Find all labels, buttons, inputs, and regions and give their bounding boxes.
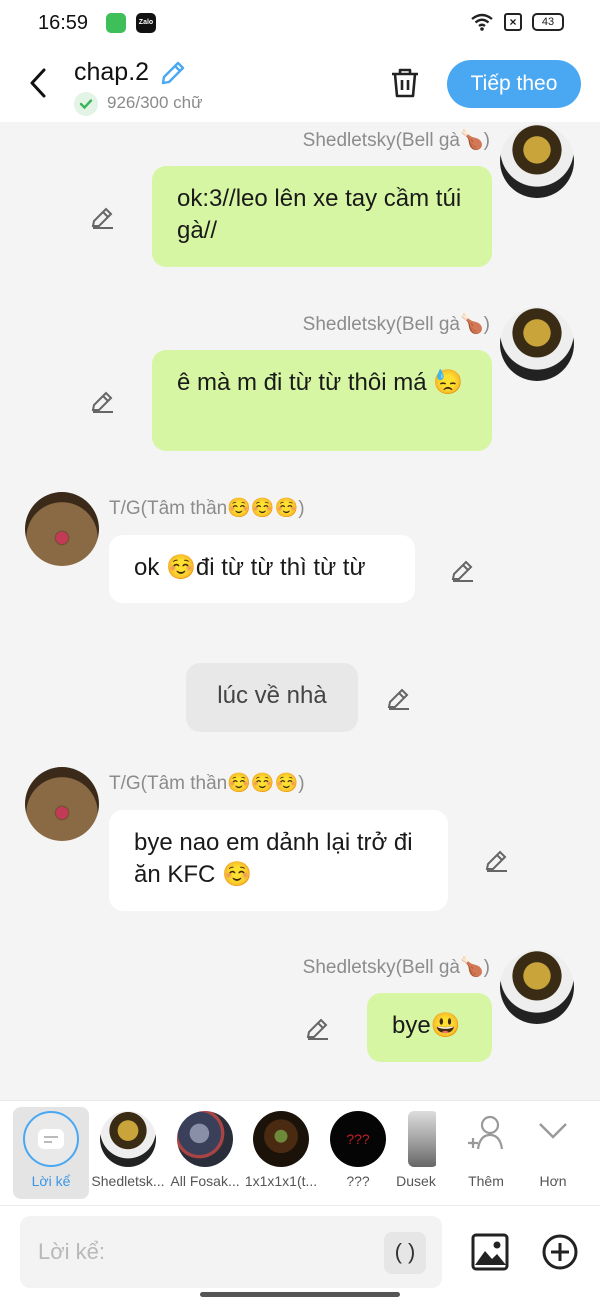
avatar-tg[interactable] bbox=[25, 492, 99, 566]
app-notification-icon bbox=[106, 13, 126, 33]
character-shedletsky[interactable]: Shedletsk... bbox=[90, 1107, 166, 1199]
sender-name: Shedletsky(Bell gà🍗) bbox=[302, 130, 490, 151]
avatar-tg[interactable] bbox=[25, 767, 99, 841]
edit-message-icon[interactable] bbox=[305, 1015, 331, 1041]
character-label: Dusek bbox=[396, 1173, 436, 1189]
character-label: Hơn bbox=[539, 1173, 567, 1189]
more-characters-button[interactable]: Hơn bbox=[515, 1107, 591, 1199]
message-bubble[interactable]: ok ☺️đi từ từ thì từ từ bbox=[109, 535, 415, 603]
avatar-shedletsky[interactable] bbox=[500, 124, 574, 198]
avatar bbox=[408, 1111, 436, 1167]
character-label: Shedletsk... bbox=[91, 1173, 165, 1189]
narration-input[interactable] bbox=[20, 1216, 442, 1288]
edit-message-icon[interactable] bbox=[484, 847, 510, 873]
sender-name: Shedletsky(Bell gà🍗) bbox=[302, 314, 490, 335]
home-indicator bbox=[200, 1292, 400, 1297]
sender-name: T/G(Tâm thần☺️☺️☺️) bbox=[109, 498, 305, 519]
chapter-title: chap.2 bbox=[74, 58, 150, 86]
zalo-notification-icon: Zalo bbox=[136, 13, 156, 33]
edit-message-icon[interactable] bbox=[90, 204, 116, 230]
avatar-shedletsky[interactable] bbox=[500, 307, 574, 381]
character-selector: Lời kể Shedletsk... All Fosak... 1x1x1x1… bbox=[0, 1100, 600, 1206]
character-dusek[interactable]: Dusek bbox=[396, 1107, 436, 1199]
chevron-down-icon bbox=[539, 1123, 567, 1139]
edit-message-icon[interactable] bbox=[386, 685, 412, 711]
message-bubble[interactable]: ok:3//leo lên xe tay cầm túi gà// bbox=[152, 166, 492, 267]
parentheses-button[interactable]: ( ) bbox=[384, 1232, 426, 1274]
character-label: ??? bbox=[346, 1173, 370, 1189]
image-icon[interactable] bbox=[470, 1232, 510, 1272]
sim-off-icon: × bbox=[504, 13, 522, 31]
status-time: 16:59 bbox=[38, 12, 89, 34]
status-bar: 16:59 Zalo × 43 bbox=[0, 0, 600, 46]
avatar bbox=[177, 1111, 233, 1167]
edit-message-icon[interactable] bbox=[450, 557, 476, 583]
edit-title-icon[interactable] bbox=[158, 58, 188, 88]
composer: ( ) bbox=[0, 1206, 600, 1300]
character-narration[interactable]: Lời kể bbox=[13, 1107, 89, 1199]
chat-area: Shedletsky(Bell gà🍗) ok:3//leo lên xe ta… bbox=[0, 122, 600, 1102]
editor-header: chap.2 926/300 chữ Tiếp theo bbox=[0, 46, 600, 122]
edit-message-icon[interactable] bbox=[90, 388, 116, 414]
message-bubble[interactable]: ê mà m đi từ từ thôi má 😓 bbox=[152, 350, 492, 451]
avatar bbox=[253, 1111, 309, 1167]
word-count: 926/300 chữ bbox=[107, 93, 203, 112]
character-all-fosak[interactable]: All Fosak... bbox=[167, 1107, 243, 1199]
trash-icon[interactable] bbox=[388, 66, 422, 100]
character-1x1x1x1[interactable]: 1x1x1x1(t... bbox=[243, 1107, 319, 1199]
character-label: 1x1x1x1(t... bbox=[244, 1173, 318, 1189]
avatar-shedletsky[interactable] bbox=[500, 950, 574, 1024]
add-person-icon bbox=[468, 1115, 504, 1150]
check-icon bbox=[74, 92, 98, 116]
message-bubble[interactable]: bye😃 bbox=[367, 993, 492, 1062]
narration-icon bbox=[23, 1111, 79, 1167]
character-label: Lời kể bbox=[31, 1173, 71, 1189]
back-arrow-icon[interactable] bbox=[24, 66, 54, 100]
sender-name: Shedletsky(Bell gà🍗) bbox=[302, 957, 490, 978]
next-button[interactable]: Tiếp theo bbox=[447, 60, 581, 108]
character-label: All Fosak... bbox=[170, 1173, 240, 1189]
avatar: ??? bbox=[330, 1111, 386, 1167]
character-question[interactable]: ??? ??? bbox=[320, 1107, 396, 1199]
battery-icon: 43 bbox=[532, 13, 564, 31]
status-indicators: × 43 bbox=[470, 12, 564, 32]
narration-bubble[interactable]: lúc về nhà bbox=[186, 663, 358, 732]
avatar bbox=[100, 1111, 156, 1167]
add-icon[interactable] bbox=[540, 1232, 580, 1272]
message-bubble[interactable]: bye nao em dảnh lại trở đi ăn KFC ☺️ bbox=[109, 810, 448, 911]
wifi-icon bbox=[471, 13, 493, 31]
sender-name: T/G(Tâm thần☺️☺️☺️) bbox=[109, 773, 305, 794]
